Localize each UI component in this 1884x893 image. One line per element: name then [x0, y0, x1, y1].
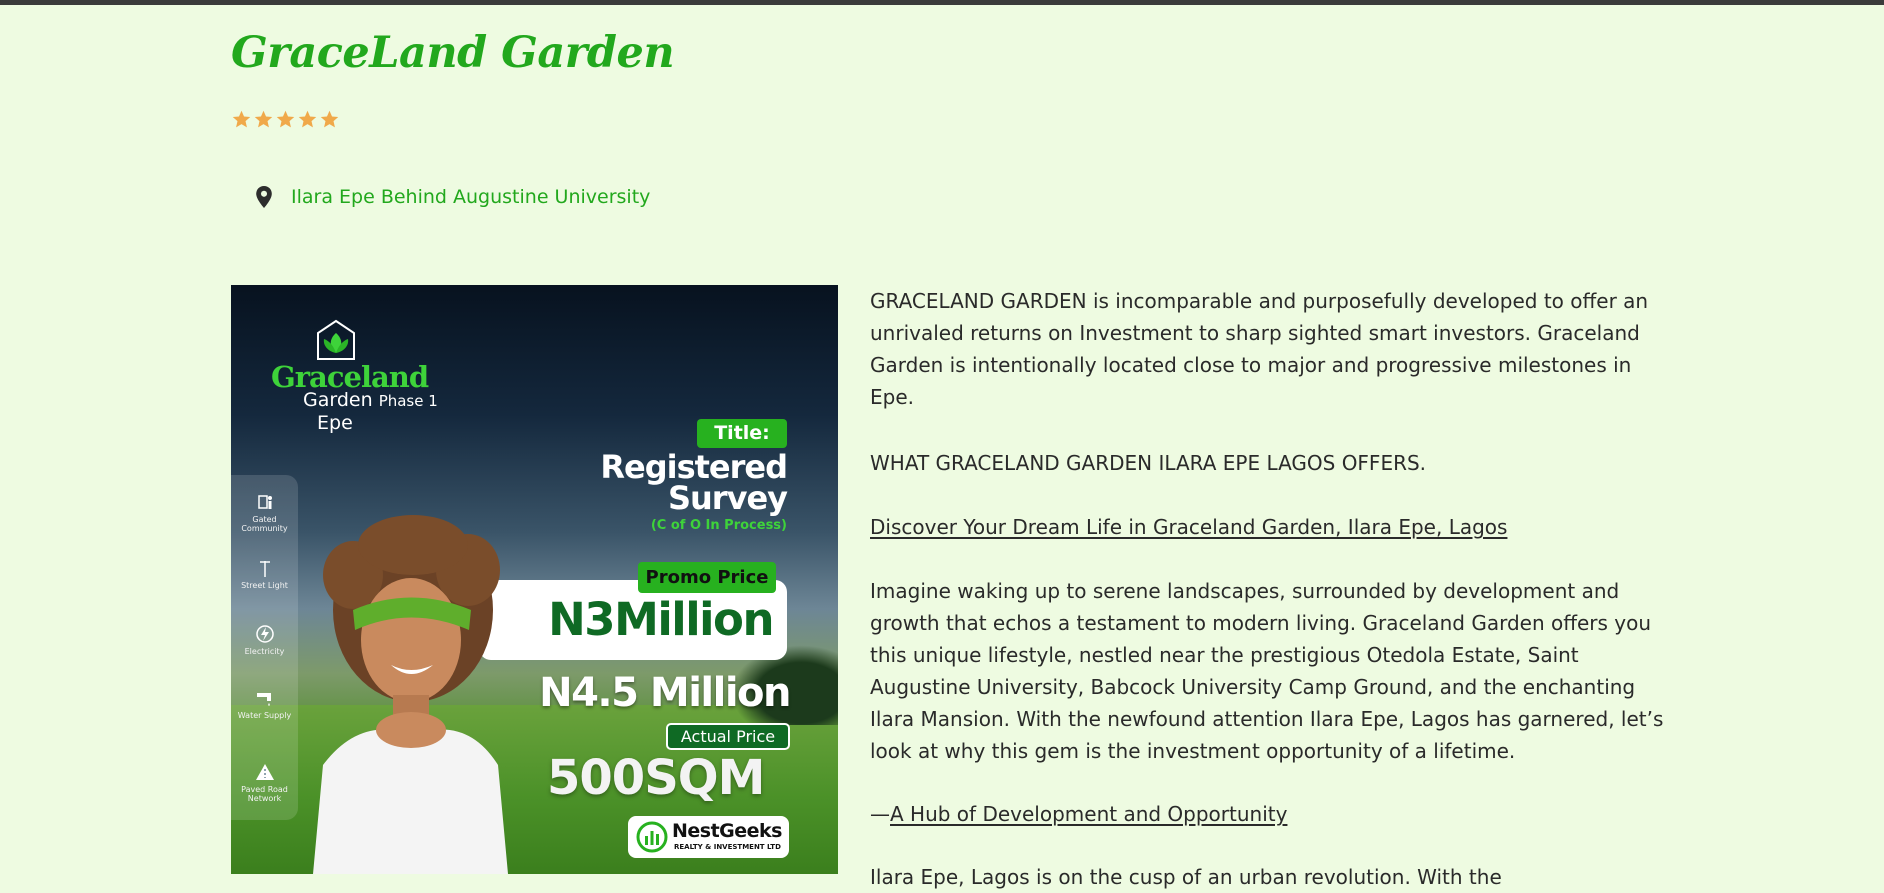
offers-heading: WHAT GRACELAND GARDEN ILARA EPE LAGOS OF…	[870, 451, 1427, 475]
gated-community-icon	[257, 495, 272, 509]
map-pin-icon	[256, 186, 272, 208]
star-icon	[254, 110, 273, 128]
amenity-street-light: Street Light	[231, 557, 298, 590]
amenity-label: Paved Road Network	[241, 785, 288, 803]
promo-brand-sub: Garden Phase 1	[303, 389, 438, 411]
coo-note: (C of O In Process)	[650, 518, 787, 533]
hub-prefix: —	[870, 802, 890, 826]
amenity-label: Gated Community	[241, 515, 288, 533]
promo-brand-epe: Epe	[317, 412, 353, 434]
amenity-label: Electricity	[244, 647, 285, 656]
promo-image: Graceland Garden Phase 1 Epe Title: Regi…	[231, 285, 838, 874]
agency-logo-icon	[636, 821, 668, 853]
electricity-icon	[255, 625, 274, 643]
woman-photo	[313, 515, 508, 874]
road-icon	[255, 764, 274, 780]
agency-name: NestGeeks	[672, 820, 783, 842]
promo-price-badge: Promo Price	[638, 562, 776, 593]
location-row: Ilara Epe Behind Augustine University	[253, 185, 650, 209]
intro-paragraph: GRACELAND GARDEN is incomparable and pur…	[870, 289, 1649, 409]
discover-paragraph: Discover Your Dream Life in Graceland Ga…	[870, 511, 1507, 543]
top-bar	[0, 0, 1884, 5]
amenity-electricity: Electricity	[231, 623, 298, 656]
star-icon	[232, 110, 251, 128]
promo-price: N3Million	[548, 593, 774, 646]
page-title: GraceLand Garden	[231, 28, 675, 78]
star-rating	[231, 109, 340, 130]
amenities-panel: Gated Community Street Light Electricity…	[231, 475, 298, 820]
survey-line2: Survey	[667, 479, 788, 517]
house-logo-icon	[317, 319, 355, 360]
hub-link[interactable]: A Hub of Development and Opportunity	[890, 802, 1287, 826]
street-light-icon	[259, 561, 270, 577]
water-supply-icon	[256, 693, 271, 706]
amenity-label: Water Supply	[237, 711, 292, 720]
star-icon	[320, 110, 339, 128]
hub-paragraph: —A Hub of Development and Opportunity	[870, 798, 1287, 830]
discover-link[interactable]: Discover Your Dream Life in Graceland Ga…	[870, 515, 1507, 539]
actual-price-badge: Actual Price	[666, 723, 790, 750]
cutoff-paragraph: Ilara Epe, Lagos is on the cusp of an ur…	[870, 865, 1502, 889]
agency-subtitle: REALTY & INVESTMENT LTD	[674, 843, 781, 851]
title-badge: Title:	[697, 419, 787, 448]
amenity-label: Street Light	[241, 581, 288, 590]
amenity-gated-community: Gated Community	[231, 491, 298, 533]
amenity-road-network: Paved Road Network	[231, 761, 298, 803]
star-icon	[276, 110, 295, 128]
actual-price: N4.5 Million	[539, 670, 791, 716]
amenity-water-supply: Water Supply	[231, 687, 298, 720]
imagine-paragraph: Imagine waking up to serene landscapes, …	[870, 579, 1664, 763]
location-link[interactable]: Ilara Epe Behind Augustine University	[291, 186, 650, 208]
plot-size: 500SQM	[547, 750, 765, 806]
star-icon	[298, 110, 317, 128]
